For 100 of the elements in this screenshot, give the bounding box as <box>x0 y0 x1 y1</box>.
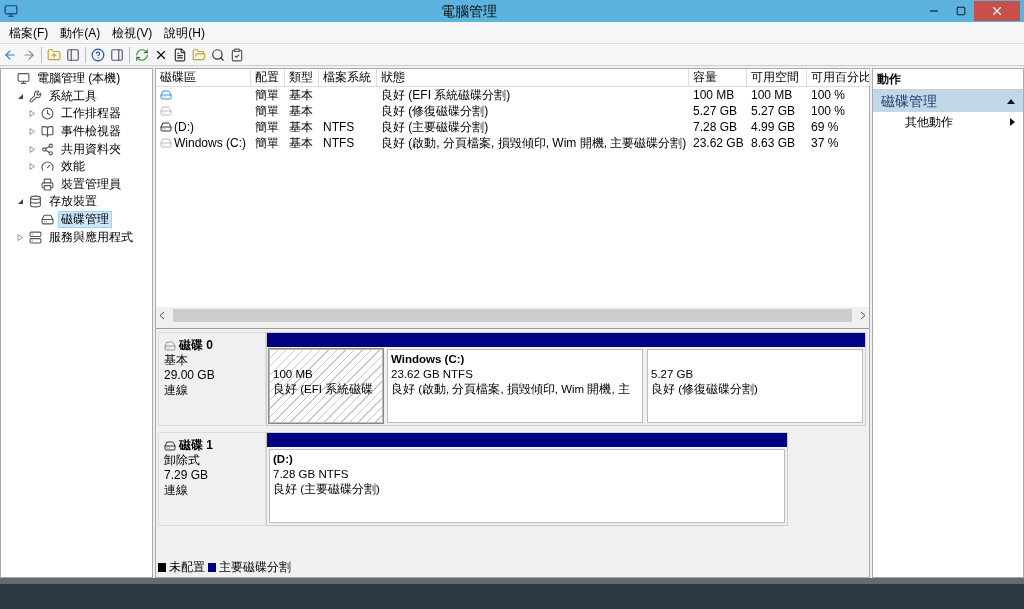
drive-icon <box>164 339 176 352</box>
partition-block[interactable]: 5.27 GB 良好 (修復磁碟分割) <box>647 349 863 423</box>
menu-item[interactable]: 檢視(V) <box>106 23 159 42</box>
open-folder-icon[interactable] <box>192 47 206 62</box>
table-cell-text: NTFS <box>323 135 355 152</box>
table-cell-text: 簡單 <box>255 119 279 136</box>
collapsed-arrow-icon[interactable] <box>17 233 24 241</box>
table-cell-text: 良好 (修復磁碟分割) <box>381 103 489 120</box>
disk-status: 連線 <box>164 383 189 398</box>
expanded-arrow-icon[interactable] <box>17 198 24 206</box>
scroll-right-icon[interactable] <box>860 311 866 320</box>
table-cell-text: 7.28 GB <box>693 119 738 136</box>
tree-item[interactable]: 共用資料夾 <box>58 140 124 158</box>
partition-status: 良好 (主要磁碟分割) <box>273 482 381 497</box>
table-cell-text: 69 % <box>811 119 839 136</box>
drive-icon <box>160 105 172 117</box>
checklist-icon[interactable] <box>230 47 244 62</box>
column-header[interactable]: 可用空間 <box>747 69 807 86</box>
tree-item[interactable]: 效能 <box>58 158 88 176</box>
menu-item[interactable]: 動作(A) <box>54 23 107 42</box>
gauge-icon <box>41 160 54 174</box>
folder-up-icon[interactable] <box>47 47 61 62</box>
server-icon <box>29 230 42 244</box>
tree-item[interactable]: 裝置管理員 <box>58 175 124 193</box>
column-header[interactable]: 類型 <box>285 69 319 86</box>
collapse-arrow-icon[interactable] <box>1007 98 1015 104</box>
computer-icon <box>17 72 30 86</box>
clock-icon <box>41 107 54 121</box>
collapsed-arrow-icon[interactable] <box>29 163 36 171</box>
table-cell-text: Windows (C:) <box>174 135 246 152</box>
table-cell-text: 100 MB <box>693 87 735 104</box>
disk-info-panel[interactable]: 磁碟 1 卸除式 7.29 GB 連線 <box>158 432 266 526</box>
tree-item[interactable]: 磁碟管理 <box>58 211 112 229</box>
help-icon[interactable] <box>91 47 105 62</box>
column-header[interactable]: 檔案系統 <box>319 69 377 86</box>
partition-size: 23.62 GB NTFS <box>391 367 474 382</box>
legend-label: 未配置 <box>169 559 205 575</box>
table-cell-text: 100 % <box>811 87 846 104</box>
drive-icon <box>160 121 172 133</box>
table-cell-text: (D:) <box>174 119 194 136</box>
column-header[interactable]: 容量 <box>689 69 747 86</box>
window-title: 電腦管理 <box>441 1 497 21</box>
partition-status: 良好 (啟動, 分頁檔案, 損毀傾印, Wim 開機, 主 <box>391 382 631 397</box>
share-icon <box>41 142 54 156</box>
expanded-arrow-icon[interactable] <box>17 92 24 100</box>
partition-size: 100 MB <box>273 367 314 382</box>
disk-size: 29.00 GB <box>164 368 216 383</box>
table-cell-text: NTFS <box>323 119 355 136</box>
restore-icon <box>955 6 966 16</box>
collapsed-arrow-icon[interactable] <box>29 128 36 136</box>
disk-info-panel[interactable]: 磁碟 0 基本 29.00 GB 連線 <box>158 332 266 426</box>
forward-arrow-icon[interactable] <box>22 47 36 62</box>
table-cell-text: 良好 (主要磁碟分割) <box>381 119 489 136</box>
table-cell-text: 100 MB <box>751 87 793 104</box>
tree-item[interactable]: 事件檢視器 <box>58 123 124 141</box>
column-header[interactable]: 狀態 <box>377 69 689 86</box>
panel-icon[interactable] <box>110 47 124 62</box>
tree-item[interactable]: 工作排程器 <box>58 105 124 123</box>
partition-block[interactable]: Windows (C:) 23.62 GB NTFS 良好 (啟動, 分頁檔案, 損毀傾印, Wim 開機, 主 <box>387 349 643 423</box>
column-header[interactable]: 配置 <box>251 69 285 86</box>
disk-type: 卸除式 <box>164 453 201 468</box>
partition-block[interactable]: (D:) 7.28 GB NTFS 良好 (主要磁碟分割) <box>269 449 785 523</box>
table-cell-text: 8.63 GB <box>751 135 796 152</box>
menu-item[interactable]: 說明(H) <box>158 23 211 42</box>
drive-icon <box>160 89 172 101</box>
table-cell-text: 簡單 <box>255 135 279 152</box>
refresh-icon[interactable] <box>135 47 149 62</box>
table-cell-text: 基本 <box>289 103 313 120</box>
partition-status: 良好 (修復磁碟分割) <box>651 382 759 397</box>
tree-item[interactable]: 電腦管理 (本機) <box>34 70 124 88</box>
table-cell-text: 4.99 GB <box>751 119 796 136</box>
tree-item[interactable]: 存放裝置 <box>46 193 100 211</box>
column-header[interactable]: 磁碟區 <box>156 69 251 86</box>
computer-icon <box>4 4 18 18</box>
database-icon <box>29 195 42 209</box>
menu-item[interactable]: 檔案(F) <box>3 23 55 42</box>
action-item[interactable]: 其他動作 <box>873 112 1023 132</box>
partition-name: Windows (C:) <box>391 353 465 365</box>
actions-section-header[interactable]: 磁碟管理 <box>873 90 1023 112</box>
tree-item[interactable]: 服務與應用程式 <box>46 228 136 246</box>
table-cell-text: 良好 (啟動, 分頁檔案, 損毀傾印, Wim 開機, 主要磁碟分割) <box>381 135 687 152</box>
printer-icon <box>41 177 54 191</box>
table-cell-text: 23.62 GB <box>693 135 744 152</box>
panel-icon[interactable] <box>66 47 80 62</box>
drive-icon <box>160 137 172 149</box>
search-icon[interactable] <box>211 47 225 62</box>
back-arrow-icon[interactable] <box>3 47 17 62</box>
collapsed-arrow-icon[interactable] <box>29 110 36 118</box>
properties-icon[interactable] <box>173 47 187 62</box>
drive-icon <box>41 213 54 227</box>
partition-block[interactable]: 100 MB 良好 (EFI 系統磁碟 <box>269 349 383 423</box>
collapsed-arrow-icon[interactable] <box>29 145 36 153</box>
table-cell-text: 簡單 <box>255 87 279 104</box>
table-cell-text: 37 % <box>811 135 839 152</box>
tools-icon <box>29 89 42 103</box>
scroll-left-icon[interactable] <box>159 311 165 320</box>
horizontal-scrollbar[interactable] <box>156 307 869 324</box>
tree-item[interactable]: 系統工具 <box>46 87 100 105</box>
disk-status: 連線 <box>164 483 189 498</box>
partition-name: (D:) <box>273 453 293 465</box>
